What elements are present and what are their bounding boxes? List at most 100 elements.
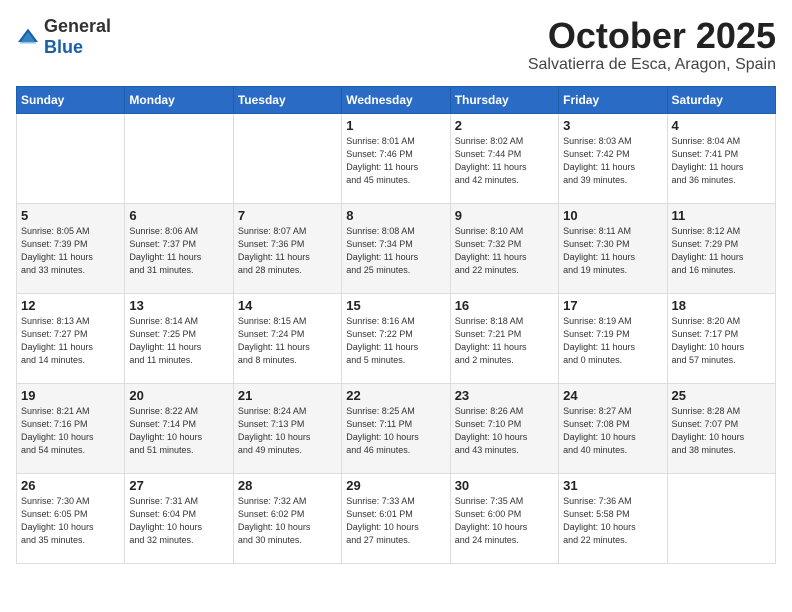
day-info: Sunrise: 7:36 AM Sunset: 5:58 PM Dayligh… [563,495,662,547]
calendar-cell: 13 Sunrise: 8:14 AM Sunset: 7:25 PM Dayli… [125,293,233,383]
day-info: Sunrise: 8:14 AM Sunset: 7:25 PM Dayligh… [129,315,228,367]
calendar-week-5: 26 Sunrise: 7:30 AM Sunset: 6:05 PM Dayli… [17,473,776,563]
day-number: 23 [455,388,554,403]
day-number: 26 [21,478,120,493]
day-number: 31 [563,478,662,493]
day-number: 3 [563,118,662,133]
calendar-cell: 9Sunrise: 8:10 AM Sunset: 7:32 PM Daylig… [450,203,558,293]
day-number: 11 [672,208,771,223]
day-number: 2 [455,118,554,133]
day-info: Sunrise: 8:03 AM Sunset: 7:42 PM Dayligh… [563,135,662,187]
calendar-cell: 25 Sunrise: 8:28 AM Sunset: 7:07 PM Dayli… [667,383,775,473]
weekday-header-friday: Friday [559,86,667,113]
weekday-header-monday: Monday [125,86,233,113]
calendar-cell: 30 Sunrise: 7:35 AM Sunset: 6:00 PM Dayli… [450,473,558,563]
calendar-week-3: 12 Sunrise: 8:13 AM Sunset: 7:27 PM Dayli… [17,293,776,383]
calendar-cell: 31 Sunrise: 7:36 AM Sunset: 5:58 PM Dayli… [559,473,667,563]
calendar-cell: 24Sunrise: 8:27 AM Sunset: 7:08 PM Dayli… [559,383,667,473]
day-info: Sunrise: 8:15 AM Sunset: 7:24 PM Dayligh… [238,315,337,367]
calendar-cell: 5Sunrise: 8:05 AM Sunset: 7:39 PM Daylig… [17,203,125,293]
day-number: 9 [455,208,554,223]
calendar-cell: 27Sunrise: 7:31 AM Sunset: 6:04 PM Dayli… [125,473,233,563]
day-info: Sunrise: 7:31 AM Sunset: 6:04 PM Dayligh… [129,495,228,547]
calendar-cell: 10 Sunrise: 8:11 AM Sunset: 7:30 PM Dayli… [559,203,667,293]
day-number: 25 [672,388,771,403]
calendar-cell: 6 Sunrise: 8:06 AM Sunset: 7:37 PM Daylig… [125,203,233,293]
day-info: Sunrise: 7:33 AM Sunset: 6:01 PM Dayligh… [346,495,445,547]
day-number: 28 [238,478,337,493]
calendar-cell [17,113,125,203]
calendar-cell: 14 Sunrise: 8:15 AM Sunset: 7:24 PM Dayli… [233,293,341,383]
day-info: Sunrise: 8:19 AM Sunset: 7:19 PM Dayligh… [563,315,662,367]
day-number: 12 [21,298,120,313]
day-info: Sunrise: 7:30 AM Sunset: 6:05 PM Dayligh… [21,495,120,547]
day-number: 14 [238,298,337,313]
calendar-cell: 17 Sunrise: 8:19 AM Sunset: 7:19 PM Dayli… [559,293,667,383]
day-number: 18 [672,298,771,313]
day-number: 20 [129,388,228,403]
day-info: Sunrise: 8:08 AM Sunset: 7:34 PM Dayligh… [346,225,445,277]
day-number: 24 [563,388,662,403]
day-info: Sunrise: 8:21 AM Sunset: 7:16 PM Dayligh… [21,405,120,457]
logo-icon [16,27,40,47]
calendar-cell [125,113,233,203]
calendar-cell: 7Sunrise: 8:07 AM Sunset: 7:36 PM Daylig… [233,203,341,293]
calendar-header: SundayMondayTuesdayWednesdayThursdayFrid… [17,86,776,113]
calendar-cell: 26 Sunrise: 7:30 AM Sunset: 6:05 PM Dayli… [17,473,125,563]
day-info: Sunrise: 8:16 AM Sunset: 7:22 PM Dayligh… [346,315,445,367]
calendar-cell: 21 Sunrise: 8:24 AM Sunset: 7:13 PM Dayli… [233,383,341,473]
day-number: 19 [21,388,120,403]
day-info: Sunrise: 8:11 AM Sunset: 7:30 PM Dayligh… [563,225,662,277]
day-number: 21 [238,388,337,403]
day-info: Sunrise: 8:28 AM Sunset: 7:07 PM Dayligh… [672,405,771,457]
calendar-body: 1Sunrise: 8:01 AM Sunset: 7:46 PM Daylig… [17,113,776,563]
day-info: Sunrise: 8:22 AM Sunset: 7:14 PM Dayligh… [129,405,228,457]
calendar-cell: 3 Sunrise: 8:03 AM Sunset: 7:42 PM Daylig… [559,113,667,203]
day-number: 6 [129,208,228,223]
page-header: General Blue October 2025 Salvatierra de… [16,16,776,74]
calendar-cell: 18 Sunrise: 8:20 AM Sunset: 7:17 PM Dayli… [667,293,775,383]
month-title: October 2025 [528,16,776,56]
calendar-cell: 15Sunrise: 8:16 AM Sunset: 7:22 PM Dayli… [342,293,450,383]
weekday-header-saturday: Saturday [667,86,775,113]
calendar-cell: 16Sunrise: 8:18 AM Sunset: 7:21 PM Dayli… [450,293,558,383]
day-number: 10 [563,208,662,223]
day-info: Sunrise: 8:06 AM Sunset: 7:37 PM Dayligh… [129,225,228,277]
weekday-header-sunday: Sunday [17,86,125,113]
calendar-cell: 4Sunrise: 8:04 AM Sunset: 7:41 PM Daylig… [667,113,775,203]
day-number: 22 [346,388,445,403]
calendar-cell: 1Sunrise: 8:01 AM Sunset: 7:46 PM Daylig… [342,113,450,203]
day-info: Sunrise: 8:24 AM Sunset: 7:13 PM Dayligh… [238,405,337,457]
calendar-cell: 29 Sunrise: 7:33 AM Sunset: 6:01 PM Dayli… [342,473,450,563]
calendar-week-4: 19 Sunrise: 8:21 AM Sunset: 7:16 PM Dayli… [17,383,776,473]
weekday-header-tuesday: Tuesday [233,86,341,113]
day-number: 8 [346,208,445,223]
logo-general: General [44,16,111,36]
logo-text: General Blue [44,16,111,58]
day-info: Sunrise: 8:20 AM Sunset: 7:17 PM Dayligh… [672,315,771,367]
calendar-week-1: 1Sunrise: 8:01 AM Sunset: 7:46 PM Daylig… [17,113,776,203]
day-number: 17 [563,298,662,313]
day-info: Sunrise: 7:35 AM Sunset: 6:00 PM Dayligh… [455,495,554,547]
weekday-header-wednesday: Wednesday [342,86,450,113]
day-number: 1 [346,118,445,133]
calendar-cell [233,113,341,203]
day-number: 30 [455,478,554,493]
day-info: Sunrise: 8:02 AM Sunset: 7:44 PM Dayligh… [455,135,554,187]
day-number: 5 [21,208,120,223]
calendar-cell: 20 Sunrise: 8:22 AM Sunset: 7:14 PM Dayli… [125,383,233,473]
day-number: 13 [129,298,228,313]
day-info: Sunrise: 8:13 AM Sunset: 7:27 PM Dayligh… [21,315,120,367]
location-title: Salvatierra de Esca, Aragon, Spain [528,56,776,74]
day-number: 4 [672,118,771,133]
day-info: Sunrise: 8:18 AM Sunset: 7:21 PM Dayligh… [455,315,554,367]
day-number: 29 [346,478,445,493]
day-number: 7 [238,208,337,223]
calendar-table: SundayMondayTuesdayWednesdayThursdayFrid… [16,86,776,564]
calendar-cell: 2 Sunrise: 8:02 AM Sunset: 7:44 PM Daylig… [450,113,558,203]
calendar-cell: 28Sunrise: 7:32 AM Sunset: 6:02 PM Dayli… [233,473,341,563]
calendar-cell: 11Sunrise: 8:12 AM Sunset: 7:29 PM Dayli… [667,203,775,293]
calendar-cell [667,473,775,563]
logo-blue: Blue [44,37,83,57]
title-block: October 2025 Salvatierra de Esca, Aragon… [528,16,776,74]
